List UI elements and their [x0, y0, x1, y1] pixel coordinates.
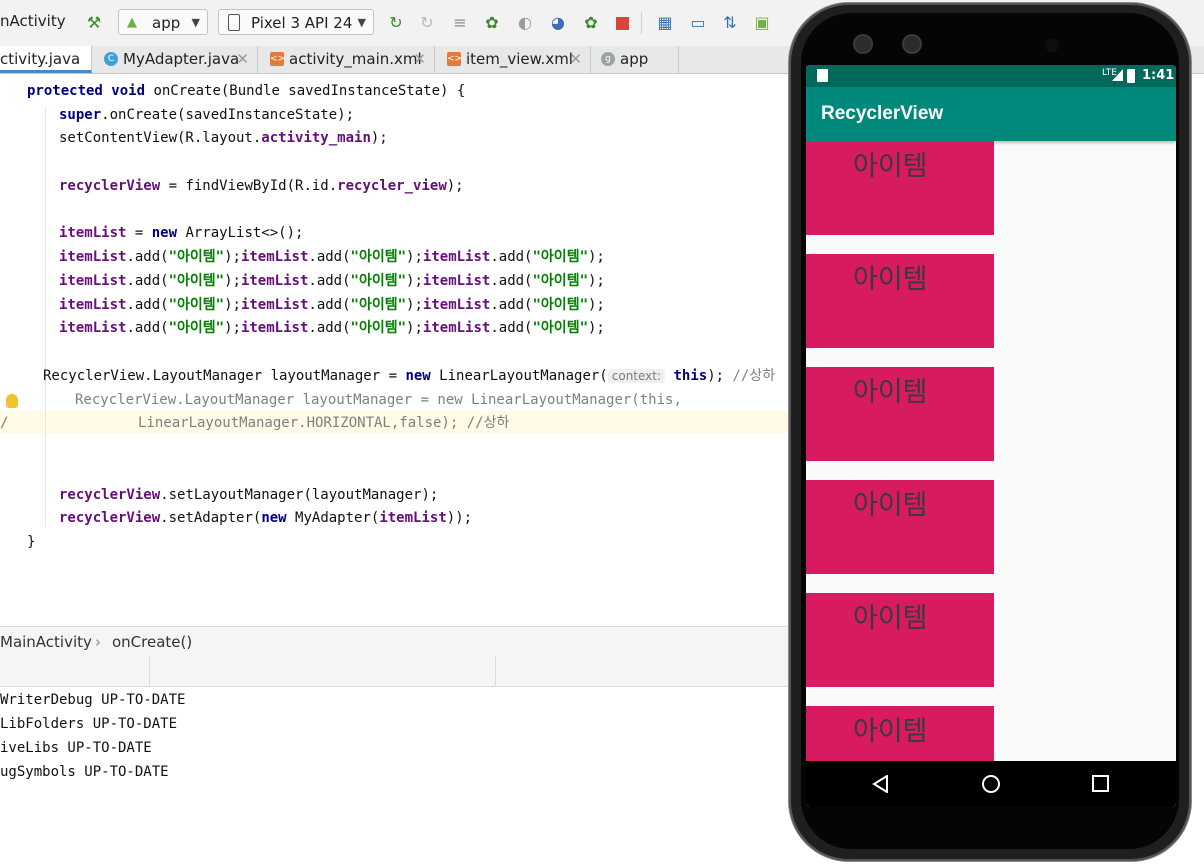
module-select-value: app — [152, 14, 181, 32]
tab-label: item_view.xml — [466, 50, 573, 68]
status-time: 1:41 — [1142, 68, 1175, 83]
list-item-label: 아이템 — [853, 264, 928, 295]
debug-icon[interactable]: ✿ — [482, 13, 502, 33]
output-line: WriterDebug UP-TO-DATE — [0, 692, 186, 708]
code-line: setContentView(R.layout.activity_main); — [59, 130, 388, 146]
breadcrumb-separator: › — [95, 633, 101, 651]
list-item-label: 아이템 — [853, 151, 928, 182]
tab-my-adapter[interactable]: C MyAdapter.java ✕ — [92, 46, 258, 73]
camera-icon — [902, 34, 922, 54]
code-line: protected void onCreate(Bundle savedInst… — [27, 83, 466, 99]
code-line: recyclerView.setLayoutManager(layoutMana… — [59, 487, 439, 503]
column-divider — [149, 656, 150, 686]
code-line: RecyclerView.LayoutManager layoutManager… — [43, 368, 776, 384]
list-item-label: 아이템 — [853, 716, 928, 747]
code-line: itemList.add("아이템");itemList.add("아이템");… — [59, 273, 605, 289]
xml-file-icon: <> — [270, 51, 286, 66]
signal-icon — [1112, 69, 1123, 81]
code-line: super.onCreate(savedInstanceState); — [59, 107, 355, 123]
emulator-screen[interactable]: LTE 1:41 RecyclerView 아이템 아이템 아이템 아이템 아이… — [806, 65, 1176, 807]
coverage-icon[interactable]: ◐ — [515, 13, 535, 33]
run-config-label[interactable]: nActivity — [0, 12, 66, 30]
indent-guide — [45, 107, 46, 527]
code-editor[interactable]: protected void onCreate(Bundle savedInst… — [0, 74, 800, 624]
list-item[interactable]: 아이템 — [806, 367, 994, 461]
navigation-bar — [806, 761, 1176, 807]
app-title: RecyclerView — [821, 103, 944, 124]
code-line: itemList.add("아이템");itemList.add("아이템");… — [59, 249, 605, 265]
device-icon — [228, 14, 240, 31]
sensor-icon — [1045, 38, 1059, 52]
list-item[interactable]: 아이템 — [806, 254, 994, 348]
stop-icon[interactable] — [612, 13, 632, 33]
sync-gradle-icon[interactable]: ⇅ — [720, 13, 740, 33]
code-line-comment: LinearLayoutManager.HORIZONTAL,false); /… — [138, 415, 510, 431]
gradle-icon: g — [601, 51, 615, 66]
hammer-icon[interactable]: ⚒ — [84, 13, 104, 33]
close-icon[interactable]: ✕ — [236, 46, 249, 72]
android-icon: ▲ — [127, 15, 137, 30]
close-icon[interactable]: ✕ — [569, 46, 582, 72]
battery-icon — [1127, 69, 1135, 83]
run-list-icon[interactable]: ≡ — [450, 13, 470, 33]
back-icon[interactable] — [872, 775, 890, 793]
code-line: recyclerView = findViewById(R.id.recycle… — [59, 178, 464, 194]
apply-changes-icon[interactable]: ↻ — [386, 13, 406, 33]
build-output[interactable]: WriterDebug UP-TO-DATE LibFolders UP-TO-… — [0, 688, 800, 867]
recents-icon[interactable] — [1092, 775, 1109, 792]
breadcrumb: MainActivity › onCreate() — [0, 626, 800, 658]
tab-app-gradle[interactable]: g app — [591, 46, 679, 73]
breadcrumb-class[interactable]: MainActivity — [0, 627, 92, 657]
code-line: recyclerView.setAdapter(new MyAdapter(it… — [59, 510, 473, 526]
list-item[interactable]: 아이템 — [806, 593, 994, 687]
profiler-icon[interactable]: ◕ — [548, 13, 568, 33]
camera-icon — [853, 34, 873, 54]
chevron-down-icon: ▼ — [191, 16, 200, 29]
output-line: LibFolders UP-TO-DATE — [0, 716, 178, 732]
output-line: ugSymbols UP-TO-DATE — [0, 764, 169, 780]
list-item-label: 아이템 — [853, 490, 928, 521]
param-hint: context: — [607, 369, 666, 383]
toolbar-divider — [641, 12, 642, 34]
code-line: itemList.add("아이템");itemList.add("아이템");… — [59, 320, 605, 336]
attach-debugger-icon[interactable]: ✿ — [581, 13, 601, 33]
code-line-comment: RecyclerView.LayoutManager layoutManager… — [75, 392, 682, 408]
tab-label: activity_main.xml — [289, 50, 422, 68]
tab-label: MyAdapter.java — [123, 50, 240, 68]
output-line: iveLibs UP-TO-DATE — [0, 740, 152, 756]
device-select-value: Pixel 3 API 24 — [251, 14, 353, 32]
device-select[interactable]: Pixel 3 API 24 ▼ — [218, 9, 374, 35]
list-item[interactable]: 아이템 — [806, 141, 994, 235]
xml-file-icon: <> — [447, 51, 463, 66]
tab-label: app — [620, 50, 649, 68]
project-structure-icon[interactable]: ▦ — [655, 13, 675, 33]
tab-main-activity[interactable]: ctivity.java — [0, 46, 92, 73]
code-line: itemList = new ArrayList<>(); — [59, 225, 304, 241]
avd-manager-icon[interactable]: ▣ — [752, 13, 772, 33]
app-bar: RecyclerView — [806, 87, 1176, 141]
status-bar: LTE 1:41 — [806, 65, 1176, 87]
comment-marker: / — [0, 415, 9, 431]
column-divider — [495, 656, 496, 686]
home-icon[interactable] — [981, 774, 1001, 794]
build-panel-header — [0, 656, 800, 687]
tab-activity-main-xml[interactable]: <> activity_main.xml ✕ — [258, 46, 435, 73]
close-icon[interactable]: ✕ — [413, 46, 426, 72]
code-line: itemList.add("아이템");itemList.add("아이템");… — [59, 297, 605, 313]
list-item[interactable]: 아이템 — [806, 480, 994, 574]
list-item-label: 아이템 — [853, 603, 928, 634]
module-select[interactable]: ▲ app ▼ — [118, 9, 208, 35]
tab-item-view-xml[interactable]: <> item_view.xml ✕ — [435, 46, 591, 73]
breadcrumb-method[interactable]: onCreate() — [112, 627, 192, 657]
chevron-down-icon: ▼ — [357, 16, 366, 29]
tab-label: ctivity.java — [0, 50, 81, 68]
sd-card-icon — [817, 69, 828, 82]
code-line: } — [27, 534, 36, 550]
apply-code-changes-icon[interactable]: ↻ — [417, 13, 437, 33]
lightbulb-icon[interactable] — [6, 394, 18, 408]
list-item-label: 아이템 — [853, 377, 928, 408]
layout-inspector-icon[interactable]: ▭ — [688, 13, 708, 33]
java-class-icon: C — [104, 51, 118, 66]
